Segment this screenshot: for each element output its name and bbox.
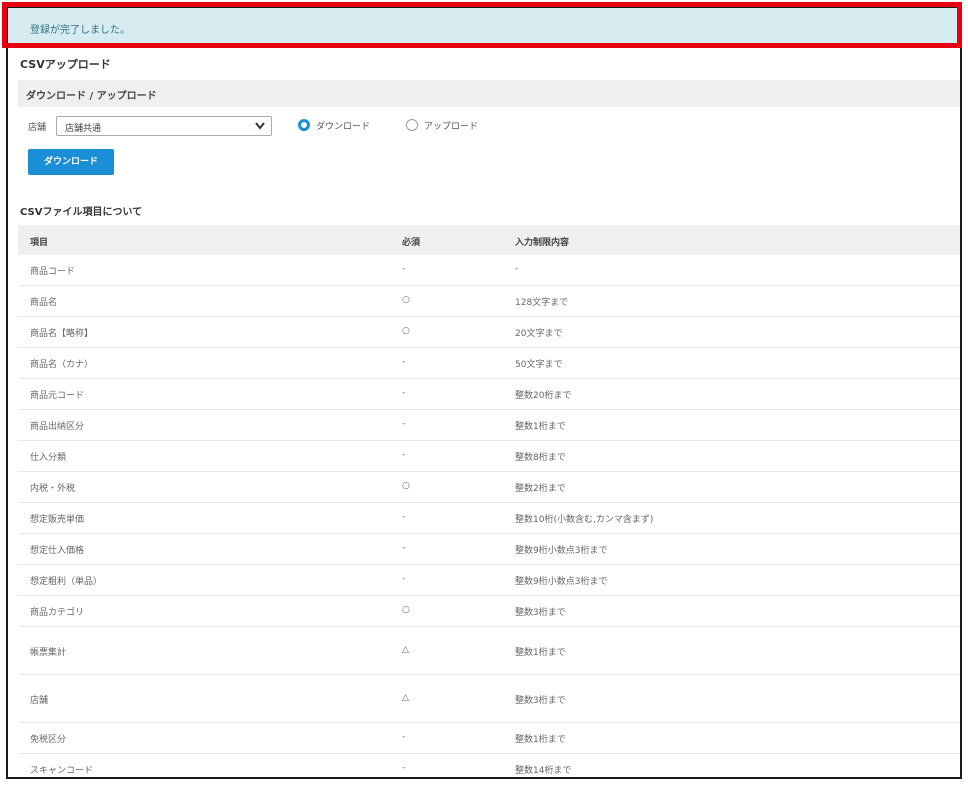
table-row: スキャンコード - 整数14桁まで (18, 754, 960, 777)
store-select-value: 店舗共通 (65, 124, 102, 134)
row-item: 内税・外税 (30, 484, 76, 494)
row-limit: 整数9桁小数点3桁まで (515, 546, 608, 556)
radio-download[interactable]: ダウンロード (298, 119, 398, 135)
table-row: 商品元コード - 整数20桁まで (18, 379, 960, 410)
radio-upload[interactable]: アップロード (406, 119, 506, 135)
radio-upload-indicator[interactable] (406, 119, 418, 131)
row-item: 店舗 (30, 696, 49, 706)
row-required: ○ (402, 295, 410, 305)
row-limit: 整数1桁まで (515, 648, 566, 658)
success-alert: 登録が完了しました。 (8, 8, 960, 48)
row-required: △ (402, 645, 409, 655)
row-required: - (402, 732, 406, 742)
download-upload-controls: 店舗 店舗共通 ダウンロード アップロード (28, 116, 628, 138)
table-row: 免税区分 - 整数1桁まで (18, 723, 960, 754)
section-header: ダウンロード / アップロード (18, 80, 960, 107)
row-item: 仕入分類 (30, 453, 67, 463)
row-item: 商品名（カナ） (30, 360, 94, 370)
row-required: - (402, 388, 406, 398)
row-limit: - (515, 264, 519, 274)
table-row: 商品出納区分 - 整数1桁まで (18, 410, 960, 441)
row-item: 商品出納区分 (30, 422, 85, 432)
alert-message: 登録が完了しました。 (30, 25, 130, 36)
table-row: 仕入分類 - 整数8桁まで (18, 441, 960, 472)
table-row: 商品コード - - (18, 255, 960, 286)
csv-spec-title: CSVファイル項目について (20, 207, 143, 218)
table-row: 店舗 △ 整数3桁まで (18, 675, 960, 723)
row-item: 商品名【略称】 (30, 329, 94, 339)
row-item: 商品元コード (30, 391, 85, 401)
header-limit: 入力制限内容 (515, 238, 570, 248)
row-limit: 50文字まで (515, 360, 563, 370)
row-item: 商品コード (30, 267, 76, 277)
row-limit: 整数1桁まで (515, 735, 566, 745)
radio-download-indicator[interactable] (298, 119, 310, 131)
row-limit: 整数1桁まで (515, 422, 566, 432)
table-row: 想定仕入価格 - 整数9桁小数点3桁まで (18, 534, 960, 565)
store-label: 店舗 (28, 123, 47, 133)
chevron-down-icon (255, 122, 265, 130)
row-required: - (402, 574, 406, 584)
row-limit: 整数3桁まで (515, 608, 566, 618)
table-row: 内税・外税 ○ 整数2桁まで (18, 472, 960, 503)
row-item: 想定仕入価格 (30, 546, 85, 556)
row-limit: 整数20桁まで (515, 391, 572, 401)
csv-spec-table: 項目 必須 入力制限内容 商品コード - - 商品名 ○ 128文字まで商品名【略称】 ○ 2… (18, 225, 960, 777)
row-required: - (402, 763, 406, 773)
row-limit: 整数8桁まで (515, 453, 566, 463)
row-required: - (402, 543, 406, 553)
row-required: - (402, 512, 406, 522)
row-required: - (402, 419, 406, 429)
row-limit: 整数2桁まで (515, 484, 566, 494)
row-required: - (402, 357, 406, 367)
store-select[interactable]: 店舗共通 (56, 116, 272, 136)
radio-upload-label: アップロード (424, 122, 479, 132)
table-row: 想定粗利（単品） - 整数9桁小数点3桁まで (18, 565, 960, 596)
table-row: 商品カテゴリ ○ 整数3桁まで (18, 596, 960, 627)
row-limit: 整数9桁小数点3桁まで (515, 577, 608, 587)
table-row: 商品名 ○ 128文字まで (18, 286, 960, 317)
table-row: 帳票集計 △ 整数1桁まで (18, 627, 960, 675)
radio-download-label: ダウンロード (316, 122, 371, 132)
header-required: 必須 (402, 238, 421, 248)
row-required: ○ (402, 605, 410, 615)
row-item: 商品名 (30, 298, 58, 308)
row-limit: 128文字まで (515, 298, 569, 308)
row-limit: 整数3桁まで (515, 696, 566, 706)
row-required: - (402, 450, 406, 460)
table-row: 商品名（カナ） - 50文字まで (18, 348, 960, 379)
row-item: スキャンコード (30, 766, 94, 776)
table-body: 商品コード - - 商品名 ○ 128文字まで商品名【略称】 ○ 20文字まで商品名（カナ） -… (18, 255, 960, 777)
row-required: ○ (402, 326, 410, 336)
page-frame: 登録が完了しました。 CSVアップロード ダウンロード / アップロード 店舗 … (6, 6, 962, 779)
download-button[interactable]: ダウンロード (28, 149, 114, 175)
page-title: CSVアップロード (20, 58, 111, 71)
row-item: 想定粗利（単品） (30, 577, 103, 587)
row-item: 商品カテゴリ (30, 608, 85, 618)
row-limit: 整数10桁(小数含む,カンマ含まず) (515, 515, 654, 525)
row-required: △ (402, 693, 409, 703)
row-item: 想定販売単価 (30, 515, 85, 525)
table-row: 商品名【略称】 ○ 20文字まで (18, 317, 960, 348)
row-item: 帳票集計 (30, 648, 67, 658)
header-item: 項目 (30, 238, 49, 248)
section-title: ダウンロード / アップロード (26, 91, 157, 102)
row-required: - (402, 264, 406, 274)
table-header: 項目 必須 入力制限内容 (18, 225, 960, 255)
table-row: 想定販売単価 - 整数10桁(小数含む,カンマ含まず) (18, 503, 960, 534)
row-item: 免税区分 (30, 735, 67, 745)
row-limit: 整数14桁まで (515, 766, 572, 776)
row-required: ○ (402, 481, 410, 491)
row-limit: 20文字まで (515, 329, 563, 339)
